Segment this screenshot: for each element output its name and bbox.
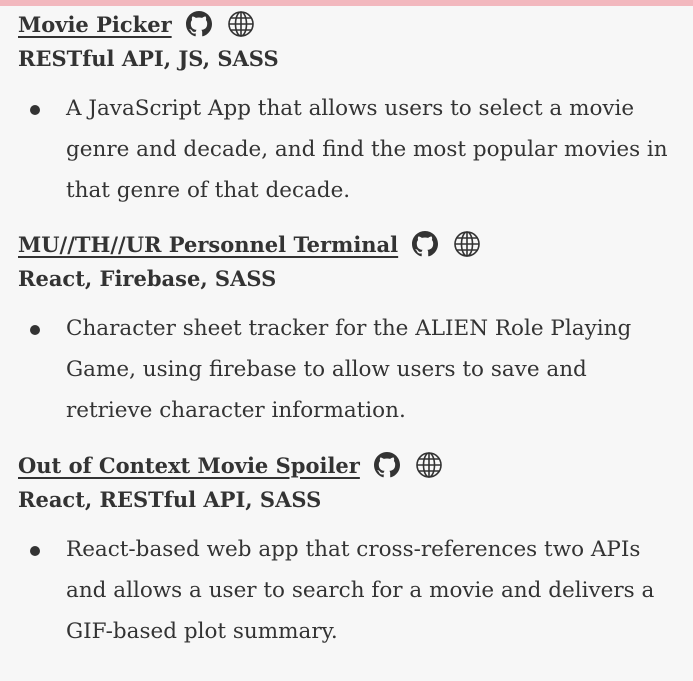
project-description: Character sheet tracker for the ALIEN Ro… <box>66 316 632 423</box>
project-tech-stack: React, Firebase, SASS <box>18 266 277 291</box>
project-title-link[interactable]: MU//TH//UR Personnel Terminal <box>18 232 398 257</box>
globe-icon[interactable] <box>414 450 444 480</box>
github-icon[interactable] <box>184 9 214 39</box>
globe-icon[interactable] <box>452 229 482 259</box>
project-description: React-based web app that cross-reference… <box>66 537 655 644</box>
bullet-point <box>30 325 40 335</box>
bullet-point <box>30 546 40 556</box>
bullet-point <box>30 105 40 115</box>
project-title-row: MU//TH//UR Personnel Terminal <box>18 222 482 266</box>
project-title-row: Movie Picker <box>18 2 256 46</box>
project-title-link[interactable]: Out of Context Movie Spoiler <box>18 453 360 478</box>
github-icon[interactable] <box>372 450 402 480</box>
project-title-link[interactable]: Movie Picker <box>18 12 172 37</box>
globe-icon[interactable] <box>226 9 256 39</box>
project-title-row: Out of Context Movie Spoiler <box>18 443 444 487</box>
project-tech-stack: RESTful API, JS, SASS <box>18 46 279 71</box>
project-description: A JavaScript App that allows users to se… <box>66 96 668 203</box>
github-icon[interactable] <box>410 229 440 259</box>
project-tech-stack: React, RESTful API, SASS <box>18 487 322 512</box>
